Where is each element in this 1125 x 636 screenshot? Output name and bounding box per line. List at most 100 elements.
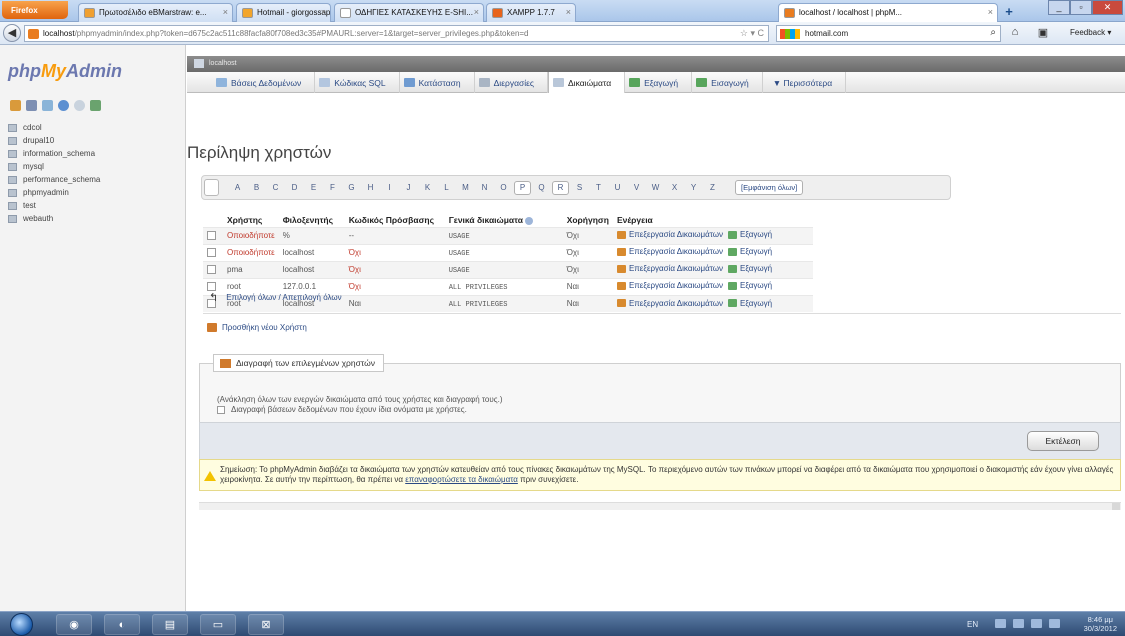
row-checkbox[interactable] [207, 248, 216, 258]
edit-privileges-icon [616, 281, 626, 290]
taskbar-app-button[interactable]: ◐ [104, 614, 140, 635]
close-tab-icon[interactable]: × [988, 7, 993, 17]
top-menu-tab[interactable]: Εξαγωγή [625, 72, 693, 93]
clock[interactable]: 8:46 μμ 30/3/2012 [1084, 615, 1117, 633]
row-checkbox[interactable] [207, 231, 216, 241]
search-box[interactable]: hotmail.com ⌕ [776, 25, 1001, 42]
database-item[interactable]: drupal10 [8, 134, 100, 147]
taskbar-app-button[interactable]: ⊠ [248, 614, 284, 635]
maximize-button[interactable]: ▫ [1070, 0, 1092, 15]
privileges-cell: USAGE [444, 260, 563, 278]
minimize-button[interactable]: _ [1048, 0, 1070, 15]
check-all-arrow-icon: ↰ [209, 292, 219, 304]
drop-databases-label[interactable]: Διαγραφή βάσεων δεδομένων που έχουν ίδια… [231, 405, 467, 414]
top-menu-label: Κατάσταση [418, 78, 461, 88]
add-user-link[interactable]: Προσθήκη νέου Χρήστη [222, 323, 307, 332]
top-menu-tab[interactable]: Διεργασίες [475, 72, 548, 93]
top-menu-tab[interactable]: ▼ Περισσότερα [763, 72, 847, 93]
browser-tab[interactable]: localhost / localhost | phpM... × [778, 3, 998, 22]
settings-icon[interactable] [90, 100, 101, 111]
column-header: Χορήγηση [563, 213, 613, 227]
tab-icon [403, 78, 415, 87]
edit-privileges-link[interactable]: Επεξεργασία Δικαιωμάτων [616, 264, 723, 273]
home-icon[interactable]: ⌂ [1007, 26, 1023, 41]
close-tab-icon[interactable]: × [223, 7, 228, 17]
back-button[interactable]: ◀ [3, 24, 21, 42]
close-window-button[interactable]: ✕ [1092, 0, 1123, 15]
column-header: Χρήστης [223, 213, 279, 227]
database-item[interactable]: webauth [8, 212, 100, 225]
database-name: mysql [23, 162, 44, 171]
row-checkbox[interactable] [207, 265, 216, 275]
database-item[interactable]: information_schema [8, 147, 100, 160]
add-user-icon [207, 323, 217, 332]
execute-button[interactable]: Εκτέλεση [1027, 431, 1099, 451]
edit-privileges-link[interactable]: Επεξεργασία Δικαιωμάτων [616, 247, 723, 256]
bookmarks-menu-icon[interactable]: ▣ [1035, 26, 1051, 41]
top-menu-tab[interactable]: Κώδικας SQL [315, 72, 400, 93]
export-link[interactable]: Εξαγωγή [728, 247, 772, 256]
database-item[interactable]: test [8, 199, 100, 212]
reload-privileges-link[interactable]: επαναφορτώσετε τα δικαιώματα [405, 475, 518, 484]
taskbar-app-button[interactable]: ▤ [152, 614, 188, 635]
tab-favicon-icon [242, 8, 253, 18]
action-center-icon[interactable] [1013, 619, 1024, 628]
url-bar-controls[interactable]: ☆ ▾ C [740, 28, 764, 39]
export-link[interactable]: Εξαγωγή [728, 299, 772, 308]
close-tab-icon[interactable]: × [566, 7, 571, 17]
volume-icon[interactable] [1049, 619, 1060, 628]
database-item[interactable]: phpmyadmin [8, 186, 100, 199]
taskbar-app-button[interactable]: ◉ [56, 614, 92, 635]
taskbar-app-button[interactable]: ▭ [200, 614, 236, 635]
home-icon[interactable] [10, 100, 21, 111]
reload-icon[interactable] [74, 100, 85, 111]
search-engine-icon[interactable] [780, 29, 800, 39]
check-all-link[interactable]: Επιλογή όλων / Απεπιλογή όλων [226, 293, 341, 302]
browser-tab[interactable]: Πρωτοσέλιδο eBMarstraw: e... × [78, 3, 233, 22]
initial-letter-link[interactable]: P [514, 180, 531, 195]
initial-letter-link: T [596, 183, 601, 192]
database-item[interactable]: mysql [8, 160, 100, 173]
show-hidden-icons-icon[interactable] [995, 619, 1006, 628]
address-bar[interactable]: localhost/phpmyadmin/index.php?token=d67… [24, 25, 769, 42]
search-magnifier-icon[interactable]: ⌕ [990, 27, 996, 38]
new-tab-button[interactable]: + [1000, 4, 1018, 20]
edit-privileges-link[interactable]: Επεξεργασία Δικαιωμάτων [616, 299, 723, 308]
show-all-button[interactable]: [Εμφάνιση όλων] [735, 180, 804, 195]
start-button[interactable] [10, 613, 33, 636]
info-icon[interactable] [58, 100, 69, 111]
top-menu-tab[interactable]: Εισαγωγή [692, 72, 763, 93]
close-tab-icon[interactable]: × [474, 7, 479, 17]
top-menu-tab[interactable]: Βάσεις Δεδομένων [212, 72, 316, 93]
export-link[interactable]: Εξαγωγή [728, 264, 772, 273]
database-item[interactable]: cdcol [8, 121, 100, 134]
edit-privileges-link[interactable]: Επεξεργασία Δικαιωμάτων [616, 230, 723, 239]
action-cell: Επεξεργασία Δικαιωμάτων Εξαγωγή [612, 277, 813, 295]
feedback-button[interactable]: Feedback ▾ [1070, 28, 1111, 37]
navigation-frame: phpMyAdmin cdcol drupal10 information_sche… [0, 45, 186, 611]
notice-message: Σημείωση: Το phpMyAdmin διαβάζει τα δικα… [199, 459, 1121, 491]
browser-tab[interactable]: Hotmail - giorgossap86@ho...× [236, 3, 331, 22]
database-item[interactable]: performance_schema [8, 173, 100, 186]
action-cell: Επεξεργασία Δικαιωμάτων Εξαγωγή [612, 243, 813, 261]
export-link[interactable]: Εξαγωγή [728, 230, 772, 239]
phpmyadmin-logo[interactable]: phpMyAdmin [8, 61, 122, 82]
top-menu-tab[interactable]: Κατάσταση [400, 72, 475, 93]
row-checkbox[interactable] [207, 282, 216, 292]
language-indicator[interactable]: EN [967, 620, 978, 629]
network-icon[interactable] [1031, 619, 1042, 628]
browser-tab[interactable]: XAMPP 1.7.7 × [486, 3, 576, 22]
firefox-menu-button[interactable]: Firefox [2, 1, 68, 19]
export-link[interactable]: Εξαγωγή [728, 281, 772, 290]
drop-databases-checkbox[interactable] [217, 405, 225, 414]
close-tab-icon[interactable]: × [321, 7, 326, 17]
top-menu-tab[interactable]: Δικαιώματα [548, 72, 626, 93]
browser-tab[interactable]: ΟΔΗΓΙΕΣ ΚΑΤΑΣΚΕΥΗΣ E-SHI... × [334, 3, 484, 22]
site-favicon-icon [28, 29, 39, 39]
sql-query-icon[interactable] [26, 100, 37, 111]
edit-privileges-link[interactable]: Επεξεργασία Δικαιωμάτων [616, 281, 723, 290]
initial-letter-link[interactable]: R [552, 180, 569, 195]
docs-icon[interactable] [42, 100, 53, 111]
server-breadcrumb-link[interactable]: localhost [209, 60, 237, 67]
help-icon[interactable] [525, 216, 534, 225]
